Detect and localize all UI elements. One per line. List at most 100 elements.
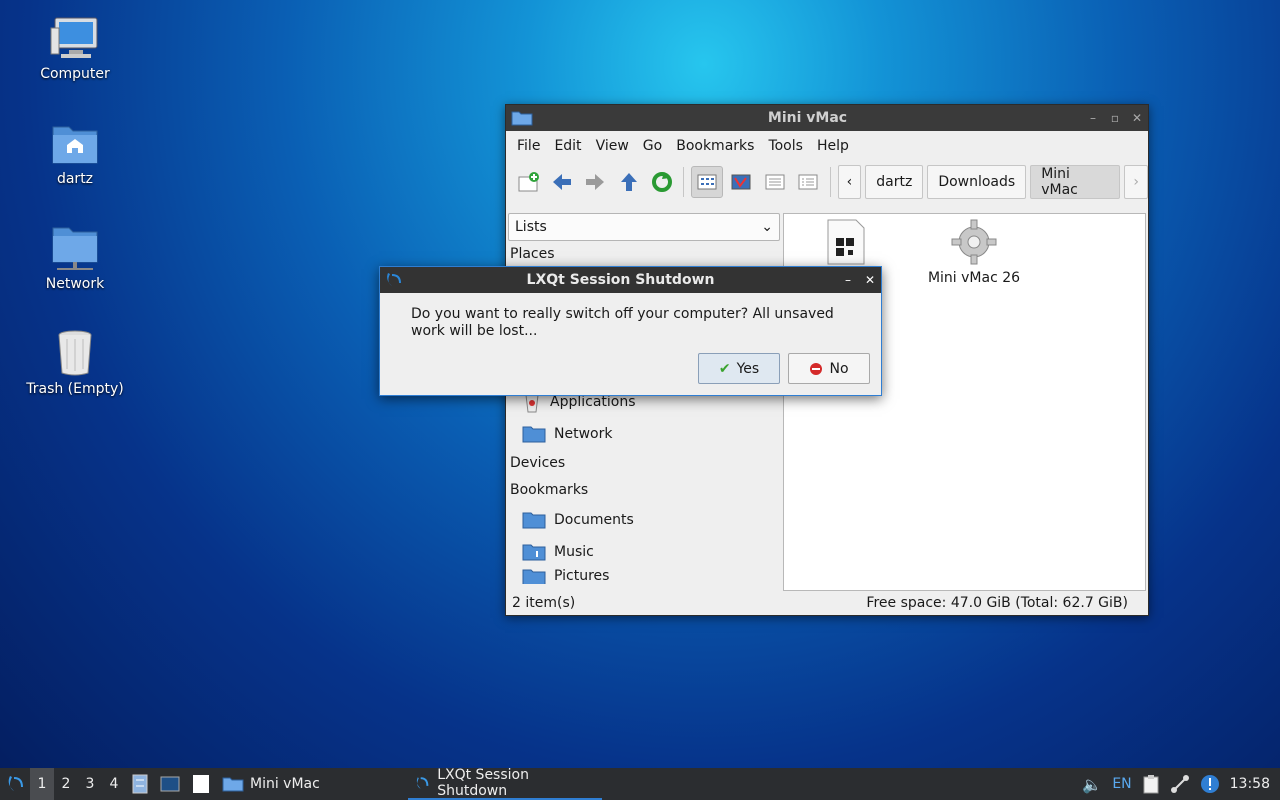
free-space: Free space: 47.0 GiB (Total: 62.7 GiB) <box>866 595 1128 611</box>
sidebar-item-network[interactable]: Network <box>508 418 780 450</box>
dialog-minimize-button[interactable]: – <box>837 273 859 287</box>
breadcrumb-downloads[interactable]: Downloads <box>927 165 1027 199</box>
toolbar-separator <box>683 167 685 197</box>
back-button[interactable] <box>547 167 576 197</box>
computer-icon <box>50 17 98 58</box>
network-folder-icon <box>52 227 98 270</box>
task-lxqt-session-shutdown[interactable]: LXQt Session Shutdown <box>408 767 602 800</box>
main-menu-button[interactable] <box>0 774 30 794</box>
task-label: LXQt Session Shutdown <box>437 767 529 799</box>
document-icon <box>193 775 209 793</box>
menu-tools[interactable]: Tools <box>761 138 810 154</box>
up-button[interactable] <box>614 167 643 197</box>
terminal-icon <box>160 776 180 792</box>
taskbar: 1 2 3 4 Mini vMac LXQt Session Shutdown … <box>0 767 1280 800</box>
window-title: Mini vMac <box>767 110 848 126</box>
quicklaunch-file-manager[interactable] <box>126 768 154 800</box>
clipboard-icon[interactable] <box>1142 774 1160 794</box>
reload-button[interactable] <box>647 167 676 197</box>
breadcrumb-back-button[interactable]: ‹ <box>837 165 862 199</box>
documents-folder-icon <box>522 512 546 529</box>
detailed-view-button[interactable] <box>793 167 822 197</box>
sidebar-item-music[interactable]: Music <box>508 536 780 568</box>
close-button[interactable]: ✕ <box>1126 111 1148 125</box>
file-item[interactable]: Mini vMac 26 <box>924 218 1024 286</box>
sidebar-item-label: Documents <box>554 512 634 528</box>
detailed-view-icon <box>798 174 818 190</box>
shutdown-dialog: LXQt Session Shutdown – ✕ Do you want to… <box>379 266 882 396</box>
file-cabinet-icon <box>132 774 148 794</box>
breadcrumb-mini-vmac[interactable]: Mini vMac <box>1030 165 1121 199</box>
pictures-folder-icon <box>522 569 546 584</box>
menu-go[interactable]: Go <box>636 138 669 154</box>
menu-view[interactable]: View <box>589 138 636 154</box>
notification-icon[interactable] <box>1200 774 1220 794</box>
menu-bookmarks[interactable]: Bookmarks <box>669 138 761 154</box>
statusbar: 2 item(s) Free space: 47.0 GiB (Total: 6… <box>506 591 1148 615</box>
quicklaunch-text-editor[interactable] <box>186 768 216 800</box>
forward-button[interactable] <box>581 167 610 197</box>
maximize-button[interactable]: ▫ <box>1104 111 1126 125</box>
file-name: Mini vMac 26 <box>927 270 1021 286</box>
desktop-switch-1[interactable]: 1 <box>30 768 54 800</box>
volume-icon[interactable]: 🔈 <box>1082 775 1102 794</box>
icon-view-icon <box>697 174 717 190</box>
task-label: Mini vMac <box>250 776 320 792</box>
compact-view-button[interactable] <box>760 167 789 197</box>
compact-view-icon <box>765 174 785 190</box>
icon-view-button[interactable] <box>691 166 723 198</box>
lxqt-logo-icon <box>416 777 429 789</box>
chevron-left-icon: ‹ <box>846 174 853 190</box>
lxqt-logo-icon <box>387 273 401 286</box>
checkmark-icon: ✔ <box>718 360 731 377</box>
toolbar-separator <box>829 167 831 197</box>
chevron-down-icon: ⌄ <box>761 219 773 235</box>
no-label: No <box>829 360 849 377</box>
network-folder-icon <box>522 426 546 443</box>
window-titlebar[interactable]: Mini vMac – ▫ ✕ <box>506 105 1148 131</box>
new-tab-button[interactable] <box>514 167 543 197</box>
breadcrumb-forward-button[interactable]: › <box>1124 165 1148 199</box>
quicklaunch-terminal[interactable] <box>154 768 186 800</box>
thumbnail-view-button[interactable] <box>727 167 756 197</box>
desktop-switch-2[interactable]: 2 <box>54 768 78 800</box>
arrow-right-icon <box>586 174 605 190</box>
folder-icon <box>511 111 533 126</box>
sidebar-header-places: Places <box>510 246 555 262</box>
desktop-switch-4[interactable]: 4 <box>102 768 126 800</box>
sidebar-item-pictures[interactable]: Pictures <box>508 568 780 584</box>
desktop-icon-computer[interactable]: Computer <box>20 14 130 82</box>
sidebar-mode-select[interactable]: Lists ⌄ <box>508 213 780 241</box>
desktop-switch-3[interactable]: 3 <box>78 768 102 800</box>
no-button[interactable]: No <box>788 353 870 384</box>
sidebar-item-documents[interactable]: Documents <box>508 504 780 536</box>
new-tab-icon <box>518 172 539 192</box>
dialog-titlebar[interactable]: LXQt Session Shutdown – ✕ <box>380 267 881 293</box>
clock[interactable]: 13:58 <box>1230 776 1270 792</box>
menu-edit[interactable]: Edit <box>547 138 588 154</box>
sidebar-item-label: Music <box>554 544 594 560</box>
lxqt-logo-icon <box>8 776 23 791</box>
home-folder-icon <box>52 126 98 164</box>
minimize-button[interactable]: – <box>1082 111 1104 125</box>
menu-help[interactable]: Help <box>810 138 856 154</box>
keyboard-layout[interactable]: EN <box>1112 776 1131 792</box>
folder-icon <box>222 777 244 792</box>
sidebar-item-label: Applications <box>550 394 636 410</box>
sidebar-item-label: Network <box>554 426 613 442</box>
toolbar: ‹ dartz Downloads Mini vMac › <box>506 161 1148 203</box>
sidebar-header-devices: Devices <box>510 455 566 471</box>
menu-file[interactable]: File <box>510 138 547 154</box>
network-connection-icon[interactable] <box>1170 774 1190 794</box>
stop-icon <box>810 362 823 375</box>
desktop-icon-label: Computer <box>40 66 110 82</box>
sidebar-mode-value: Lists <box>515 219 547 235</box>
task-mini-vmac[interactable]: Mini vMac <box>216 768 408 800</box>
desktop-icon-trash[interactable]: Trash (Empty) <box>20 329 130 397</box>
dialog-close-button[interactable]: ✕ <box>859 273 881 287</box>
breadcrumb-dartz[interactable]: dartz <box>865 165 924 199</box>
sidebar-item-label: Pictures <box>554 568 610 584</box>
desktop-icon-home[interactable]: dartz <box>20 119 130 187</box>
desktop-icon-network[interactable]: Network <box>20 224 130 292</box>
yes-button[interactable]: ✔ Yes <box>698 353 780 384</box>
